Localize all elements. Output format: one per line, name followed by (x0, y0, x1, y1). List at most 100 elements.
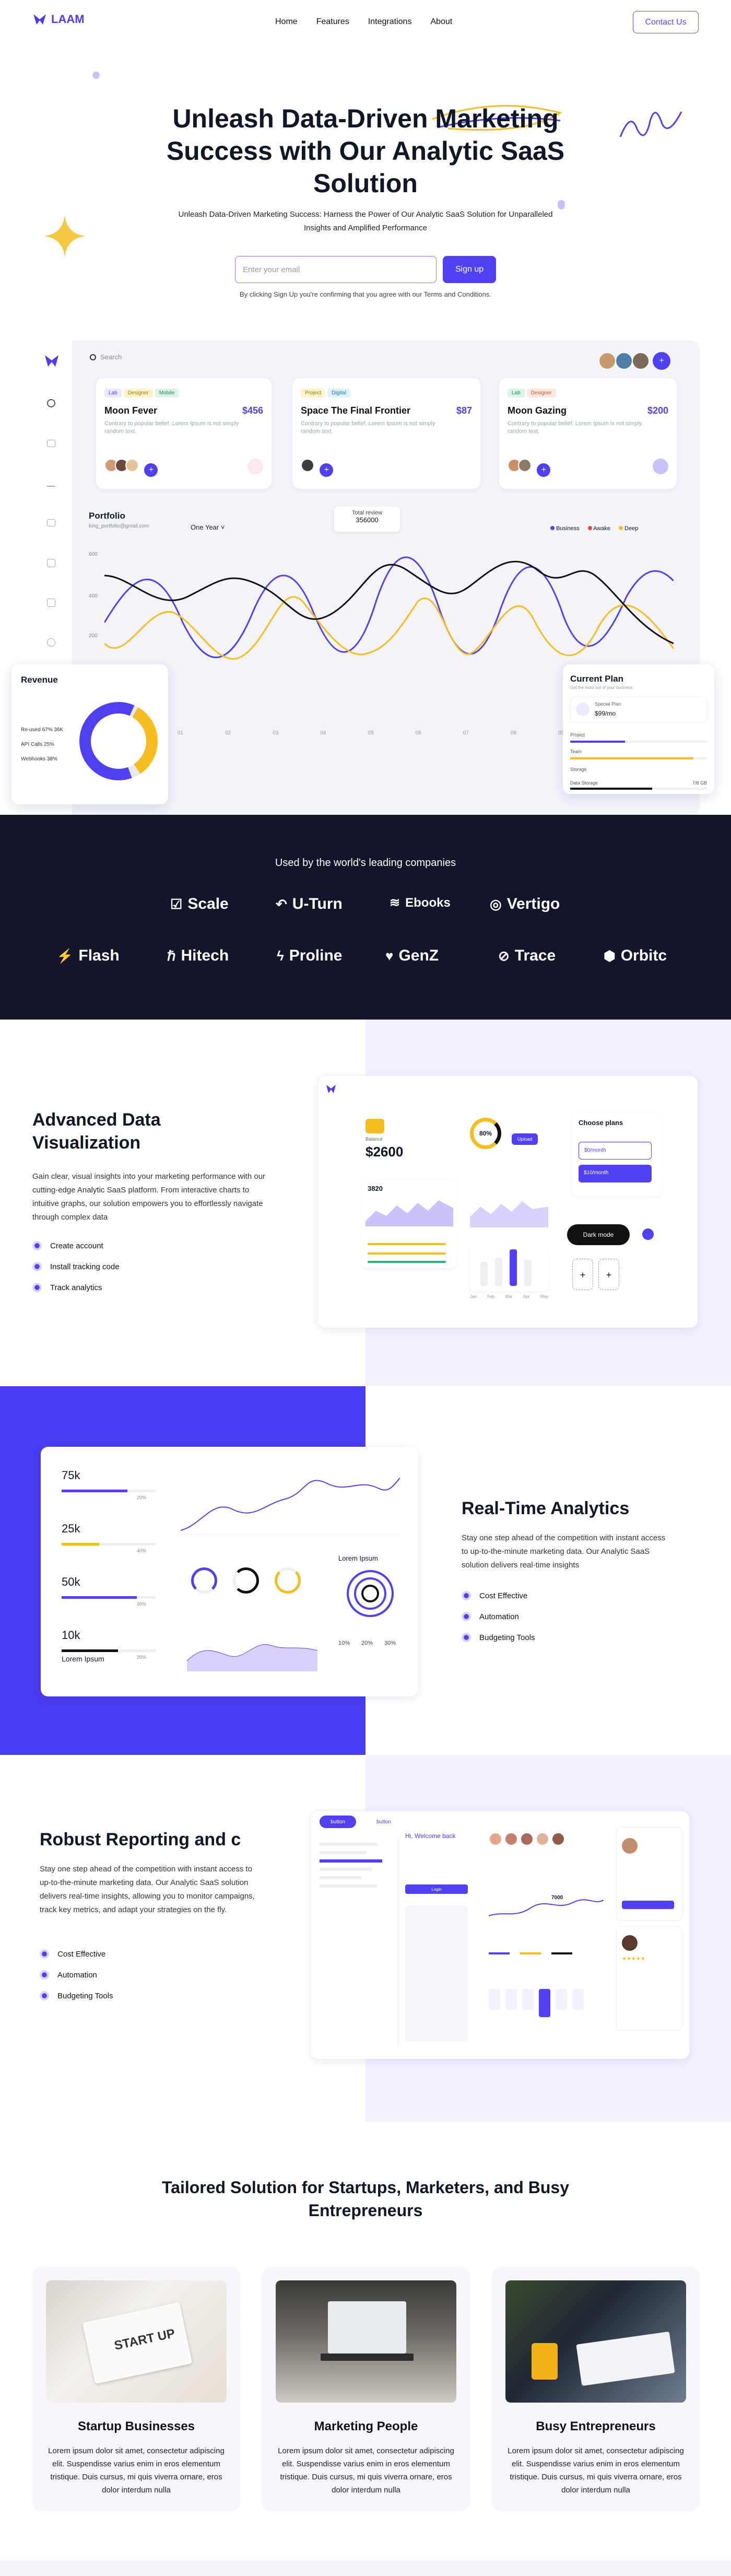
avatar[interactable] (615, 352, 633, 370)
x-tick: 02 (225, 730, 231, 736)
project-card[interactable]: Lab Designer Moon Gazing $200 Contrary to… (499, 378, 677, 489)
revenue-card: Revenue Re-used 67% 36K API Calls 25% We… (11, 664, 168, 804)
ebooks-icon: ≋ (390, 896, 400, 910)
stat-percent: 20% (137, 1495, 147, 1500)
mock-button[interactable]: button (320, 1816, 356, 1828)
activity-icon[interactable] (47, 479, 55, 487)
radial-label: 30% (384, 1640, 396, 1646)
feature1-body: Gain clear, visual insights into your ma… (32, 1172, 266, 1222)
bullet-icon (462, 1633, 471, 1642)
y-tick: 600 (89, 552, 98, 557)
add-member-icon[interactable]: + (320, 463, 334, 477)
bullet-icon (462, 1612, 471, 1621)
reporting-mock-card: button button Hi, Welcome back Login 700… (311, 1811, 689, 2059)
dark-mode-toggle[interactable]: Dark mode (567, 1224, 630, 1245)
company-name: Trace (514, 947, 556, 964)
plan-box[interactable]: Special Plan $99/mo (570, 697, 707, 723)
company-name: GenZ (398, 947, 439, 964)
avatar[interactable] (632, 352, 650, 370)
add-member-icon[interactable]: + (144, 463, 158, 477)
avatar (125, 459, 139, 472)
radial-label: 20% (361, 1640, 373, 1646)
company-logo: ⬢ Orbitc (604, 947, 667, 965)
tag: Digital (327, 389, 350, 397)
brand-name: LAAM (51, 13, 85, 26)
upload-button[interactable]: Upload (512, 1133, 538, 1145)
dashboard-search[interactable]: Search (90, 353, 122, 361)
bullet-text: Budgeting Tools (57, 1991, 113, 2000)
project-card[interactable]: Project Digital Space The Final Frontier … (292, 378, 480, 489)
nav-link-home[interactable]: Home (275, 17, 298, 27)
plan-row-value: 7/8 GB (692, 780, 707, 786)
top-nav: LAAM Home Features Integrations About Co… (0, 0, 731, 46)
legend-item: Business (550, 525, 580, 532)
mock-sidebar (320, 1837, 398, 2046)
solution-card[interactable]: START UP Startup Businesses Lorem ipsum … (32, 2267, 240, 2511)
add-user-button[interactable]: + (653, 352, 670, 370)
doc-icon[interactable] (47, 599, 55, 607)
plan-price: $99/mo (595, 710, 616, 717)
plan-row-label: Team (570, 749, 582, 754)
nav-link-about[interactable]: About (430, 17, 452, 27)
legend-label: Deep (624, 525, 639, 532)
revenue-item: Webhooks 38% (21, 756, 57, 762)
brand-logo[interactable]: LAAM (32, 13, 85, 26)
plan-option[interactable]: $0/month (579, 1142, 652, 1160)
add-widget-button[interactable]: + (598, 1259, 619, 1290)
login-button[interactable]: Login (405, 1884, 468, 1894)
company-logo: ♥ GenZ (385, 947, 439, 965)
heart-icon[interactable] (47, 440, 55, 447)
legend-item: Deep (618, 525, 639, 532)
contact-button[interactable]: Contact Us (633, 11, 699, 33)
plan-row-label: Project (570, 732, 585, 737)
range-select[interactable]: One Year ˅ (191, 523, 225, 531)
feature1-bullet: Track analytics (32, 1283, 102, 1292)
avatar (551, 1832, 565, 1846)
feature3-body: Stay one step ahead of the competition w… (40, 1865, 255, 1914)
activity-icon[interactable] (247, 459, 263, 474)
email-input[interactable]: Enter your email (235, 256, 437, 283)
solution-card[interactable]: Busy Entrepreneurs Lorem ipsum dolor sit… (492, 2267, 700, 2511)
card-title: Startup Businesses (77, 2419, 195, 2433)
more-icon[interactable] (653, 459, 668, 474)
hitech-icon: ℏ (167, 947, 176, 964)
mock-button[interactable]: button (366, 1816, 402, 1828)
plan-icon (576, 702, 589, 716)
toggle-knob[interactable] (642, 1228, 654, 1240)
revenue-legend: Re-used 67% 36K API Calls 25% Webhooks 3… (21, 723, 63, 767)
y-tick: 200 (89, 633, 98, 639)
plan-option[interactable]: $10/month (579, 1165, 652, 1182)
month-label: Mar (505, 1294, 513, 1299)
footer-band (0, 2560, 731, 2576)
grid-icon[interactable] (47, 559, 55, 567)
card-price: $87 (456, 405, 472, 416)
x-axis: 01 02 03 04 05 06 07 08 09 (178, 730, 564, 736)
bullet-icon (32, 1262, 42, 1271)
company-logo: ϟ Proline (277, 947, 342, 965)
stat-value: 25k (62, 1522, 80, 1535)
revenue-item: API Calls 25% (21, 742, 54, 747)
tooltip-label: Total review (351, 510, 383, 516)
project-card[interactable]: Lab Designer Mobile Moon Fever $456 Contra… (96, 378, 272, 489)
bullet-icon (32, 1241, 42, 1250)
company-name: Orbitc (620, 947, 667, 964)
signup-button[interactable]: Sign up (443, 256, 496, 283)
add-member-icon[interactable]: + (537, 463, 551, 477)
bullet-text: Budgeting Tools (479, 1633, 535, 1642)
bullet-icon (462, 1591, 471, 1600)
hero-subtitle: Unleash Data-Driven Marketing Success: H… (178, 210, 553, 232)
proline-icon: ϟ (277, 947, 284, 964)
nav-link-integrations[interactable]: Integrations (368, 17, 412, 27)
progress-fill (570, 757, 693, 759)
tag: Designer (123, 389, 153, 397)
solution-card[interactable]: Marketing People Lorem ipsum dolor sit a… (262, 2267, 470, 2511)
companies-title: Used by the world's leading companies (275, 857, 456, 869)
avatar[interactable] (598, 352, 616, 370)
logo-icon (45, 355, 58, 367)
nav-link-features[interactable]: Features (316, 17, 349, 27)
card-body: Lorem ipsum dolor sit amet, consectetur … (48, 2446, 225, 2495)
add-widget-button[interactable]: + (572, 1259, 593, 1290)
clock-icon[interactable] (47, 638, 55, 647)
user-icon[interactable] (47, 399, 55, 407)
folder-icon[interactable] (47, 519, 55, 526)
